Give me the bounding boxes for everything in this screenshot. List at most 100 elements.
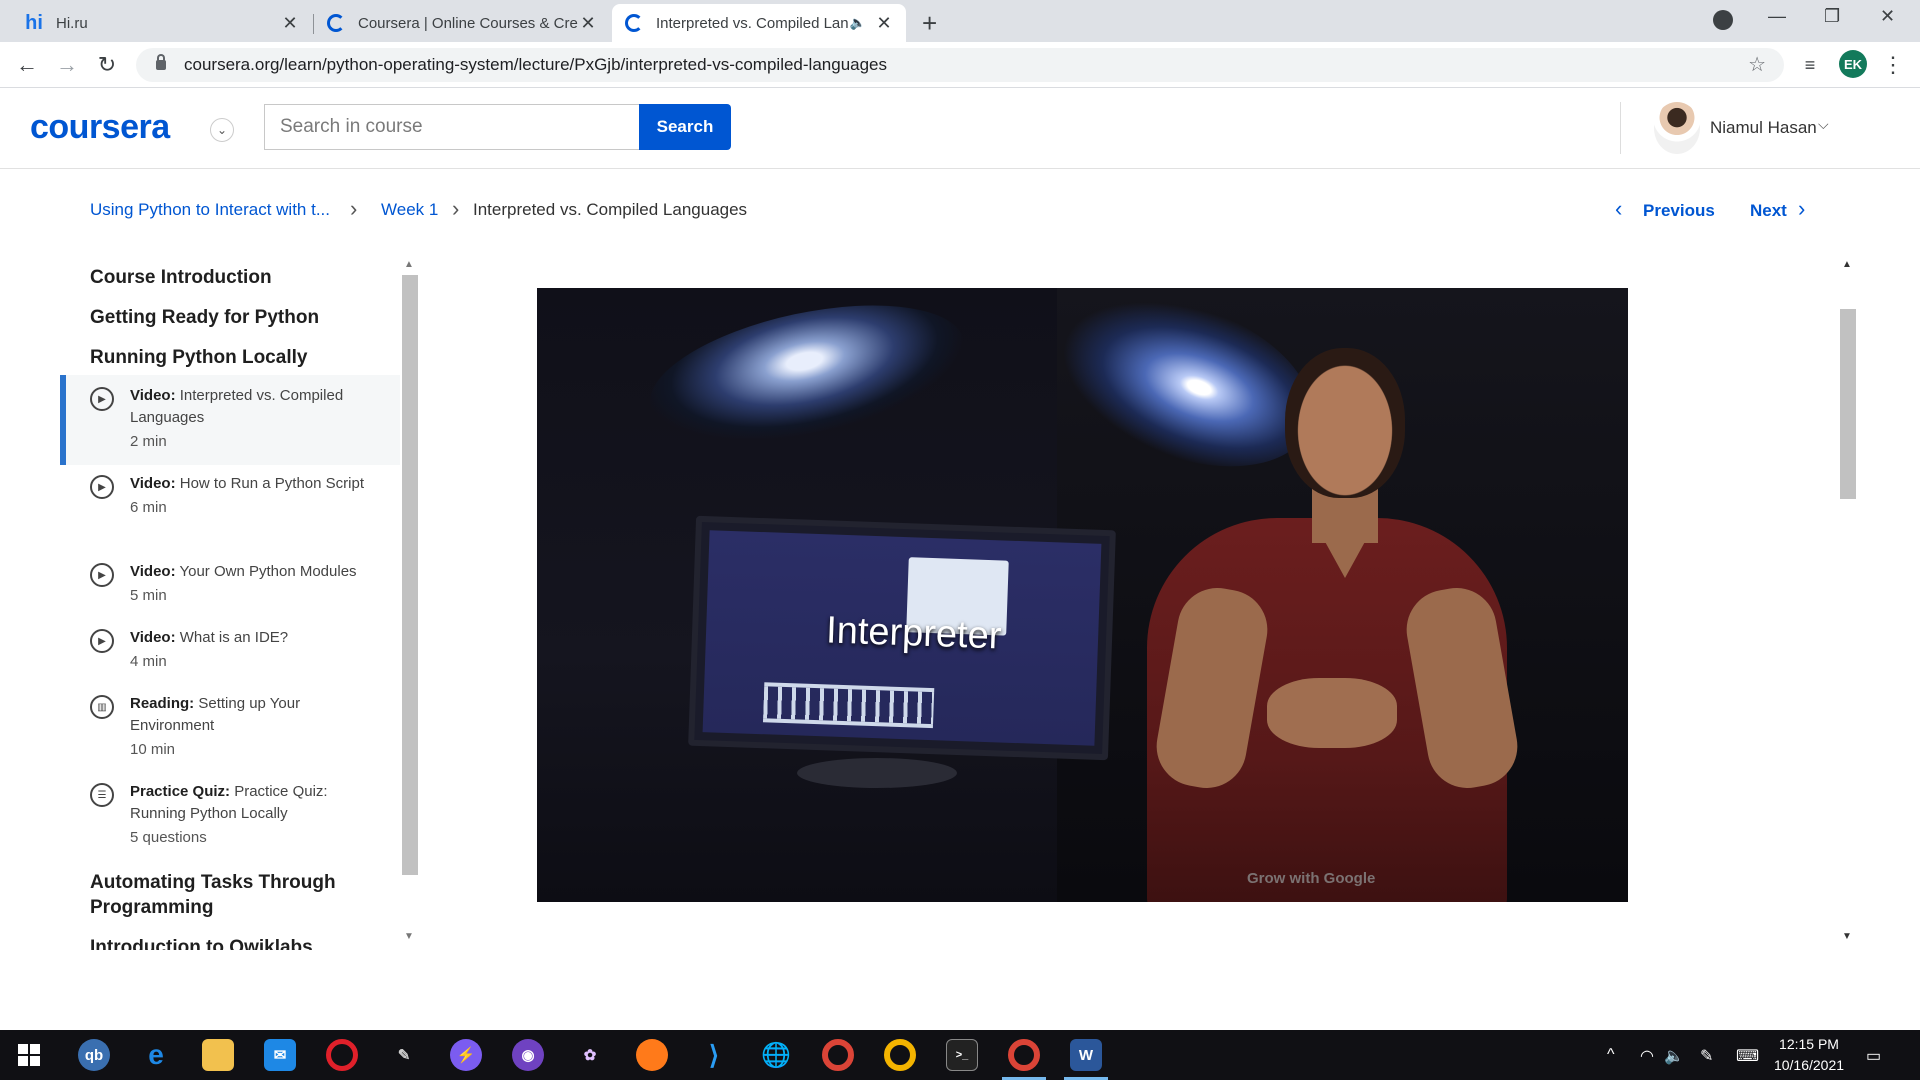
edge-icon[interactable]: e xyxy=(140,1039,172,1071)
main-scrollbar[interactable]: ▲ ▼ xyxy=(1838,255,1858,945)
browser-menu-icon[interactable]: ⋮ xyxy=(1878,50,1908,80)
new-tab-icon[interactable]: + xyxy=(922,8,937,39)
section-automating-tasks[interactable]: Automating Tasks Through Programming xyxy=(90,870,360,920)
coursera-logo[interactable]: coursera xyxy=(30,108,170,147)
chrome-icon[interactable] xyxy=(822,1039,854,1071)
item-type: Video: xyxy=(130,387,176,404)
sidebar-item-text: Video: Your Own Python Modules 5 min xyxy=(130,561,380,607)
breadcrumb-course[interactable]: Using Python to Interact with t... xyxy=(90,200,330,220)
scroll-down-icon[interactable]: ▼ xyxy=(404,931,414,942)
network-icon[interactable]: ◠ xyxy=(1640,1046,1654,1066)
item-duration: 5 questions xyxy=(130,829,207,846)
opera-icon[interactable] xyxy=(326,1039,358,1071)
restore-icon[interactable]: ❐ xyxy=(1824,6,1840,27)
chevron-down-icon[interactable]: ⌄ xyxy=(210,118,234,142)
qb-app-icon[interactable]: qb xyxy=(78,1039,110,1071)
sidebar-scrollbar[interactable]: ▲ ▼ xyxy=(400,255,420,945)
monitor-stand xyxy=(797,758,957,788)
chrome-canary-icon[interactable] xyxy=(884,1039,916,1071)
sidebar-item-practice-quiz[interactable]: ☰ Practice Quiz: Practice Quiz: Running … xyxy=(60,773,400,861)
chevron-down-icon[interactable]: ⌵ xyxy=(1818,116,1829,133)
messenger-icon[interactable]: ⚡ xyxy=(450,1039,482,1071)
sidebar-item-interpreted-vs-compiled[interactable]: ▶ Video: Interpreted vs. Compiled Langua… xyxy=(60,375,400,465)
sidebar-scroll-thumb[interactable] xyxy=(402,275,418,875)
studio-monitor: Interpreter xyxy=(688,515,1116,761)
keyboard-icon[interactable]: ⌨ xyxy=(1736,1046,1759,1066)
presenter-collar xyxy=(1312,518,1378,578)
coursera-favicon-icon xyxy=(624,13,644,33)
audio-playing-icon[interactable]: 🔈 xyxy=(850,15,866,31)
sidebar-item-run-python-script[interactable]: ▶ Video: How to Run a Python Script 6 mi… xyxy=(60,465,400,553)
minimize-icon[interactable]: — xyxy=(1768,6,1786,27)
github-icon[interactable]: ◉ xyxy=(512,1039,544,1071)
vscode-icon[interactable]: ⟩ xyxy=(698,1039,730,1071)
back-icon[interactable]: ← xyxy=(12,50,42,80)
close-tab-icon[interactable]: ✕ xyxy=(874,13,894,34)
globe-icon[interactable]: 🌐 xyxy=(760,1039,792,1071)
play-icon: ▶ xyxy=(90,387,114,411)
notifications-icon[interactable]: ▭ xyxy=(1866,1046,1881,1066)
item-type: Reading: xyxy=(130,695,195,712)
bookmark-star-icon[interactable]: ☆ xyxy=(1748,52,1766,77)
main-scroll-thumb[interactable] xyxy=(1840,309,1856,499)
section-running-python-locally[interactable]: Running Python Locally xyxy=(90,345,307,370)
window-close-icon[interactable]: ✕ xyxy=(1880,6,1895,27)
breadcrumb-current: Interpreted vs. Compiled Languages xyxy=(473,200,748,219)
volume-icon[interactable]: 🔈 xyxy=(1664,1046,1684,1066)
media-control-icon[interactable]: ≡ xyxy=(1795,50,1825,80)
address-bar[interactable]: coursera.org/learn/python-operating-syst… xyxy=(136,48,1784,82)
sidebar-item-setting-up-environment[interactable]: ▥ Reading: Setting up Your Environment 1… xyxy=(60,685,400,773)
system-clock[interactable]: 12:15 PM 10/16/2021 xyxy=(1772,1034,1846,1076)
profile-avatar[interactable]: EK xyxy=(1839,50,1867,78)
file-explorer-icon[interactable] xyxy=(202,1039,234,1071)
sidebar-item-own-python-modules[interactable]: ▶ Video: Your Own Python Modules 5 min xyxy=(60,553,400,619)
pen-icon[interactable]: ✎ xyxy=(1700,1046,1713,1066)
section-getting-ready[interactable]: Getting Ready for Python xyxy=(90,305,319,330)
previous-button[interactable]: Previous xyxy=(1643,201,1715,221)
chevron-right-icon: › xyxy=(452,196,460,221)
windows-start-icon[interactable] xyxy=(18,1044,40,1066)
close-tab-icon[interactable]: ✕ xyxy=(578,13,598,34)
browser-tabbar: hi Hi.ru ✕ Coursera | Online Courses & C… xyxy=(0,0,1920,42)
chevron-left-icon[interactable]: ‹ xyxy=(1615,196,1622,222)
breadcrumb-week[interactable]: Week 1 xyxy=(381,200,438,220)
chevron-right-icon: › xyxy=(350,196,358,221)
item-title: What is an IDE? xyxy=(179,629,289,646)
user-avatar[interactable] xyxy=(1654,102,1700,154)
sidebar-item-text: Video: How to Run a Python Script 6 min xyxy=(130,473,380,519)
search-button[interactable]: Search xyxy=(639,104,731,150)
mail-icon[interactable]: ✉ xyxy=(264,1039,296,1071)
clock-date: 10/16/2021 xyxy=(1773,1057,1845,1073)
course-outline-sidebar: Course Introduction Getting Ready for Py… xyxy=(60,255,400,950)
video-player[interactable]: Interpreter Grow with Google xyxy=(537,288,1628,902)
chevron-right-icon[interactable]: › xyxy=(1798,196,1805,222)
word-icon[interactable]: W xyxy=(1070,1039,1102,1071)
search-input[interactable] xyxy=(264,104,640,150)
item-title: How to Run a Python Script xyxy=(179,475,365,492)
scroll-down-icon[interactable]: ▼ xyxy=(1842,931,1852,942)
firefox-icon[interactable] xyxy=(636,1039,668,1071)
browser-tab-hiru[interactable]: hi Hi.ru ✕ xyxy=(12,4,312,42)
paint-icon[interactable]: ✿ xyxy=(574,1039,606,1071)
item-duration: 10 min xyxy=(130,741,176,758)
browser-tab-coursera[interactable]: Coursera | Online Courses & Cred ✕ xyxy=(314,4,610,42)
windows-taskbar: qb e ✉ ✎ ⚡ ◉ ✿ ⟩ 🌐 >_ W ^ ◠ 🔈 ✎ ⌨ 12:15 … xyxy=(0,1030,1920,1080)
terminal-icon[interactable]: >_ xyxy=(946,1039,978,1071)
next-button[interactable]: Next xyxy=(1750,201,1787,221)
chrome-ek-icon[interactable] xyxy=(1008,1039,1040,1071)
inkscape-icon[interactable]: ✎ xyxy=(388,1039,420,1071)
section-intro-qwiklabs[interactable]: Introduction to Qwiklabs xyxy=(90,935,313,950)
browser-tab-lecture[interactable]: Interpreted vs. Compiled Lan 🔈 ✕ xyxy=(612,4,906,42)
bench-graphic xyxy=(762,682,935,729)
scroll-up-icon[interactable]: ▲ xyxy=(404,259,414,270)
close-tab-icon[interactable]: ✕ xyxy=(280,13,300,34)
reload-icon[interactable]: ↻ xyxy=(92,50,122,80)
monitor-screen: Interpreter xyxy=(702,530,1102,746)
user-name[interactable]: Niamul Hasan xyxy=(1710,118,1817,138)
sidebar-item-what-is-ide[interactable]: ▶ Video: What is an IDE? 4 min xyxy=(60,619,400,685)
scroll-up-icon[interactable]: ▲ xyxy=(1842,259,1852,270)
tab-search-icon[interactable] xyxy=(1713,10,1733,30)
chevron-up-icon[interactable]: ^ xyxy=(1607,1046,1615,1064)
forward-icon[interactable]: → xyxy=(52,50,82,80)
section-course-introduction[interactable]: Course Introduction xyxy=(90,265,272,290)
